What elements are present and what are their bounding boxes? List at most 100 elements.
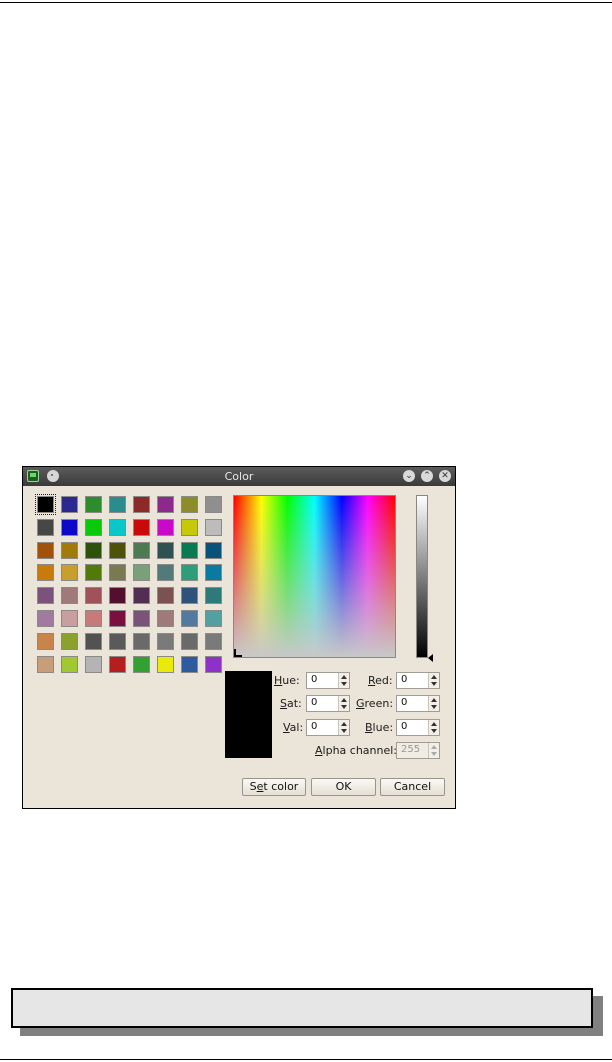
dialog-title: Color	[224, 470, 254, 483]
color-swatch[interactable]	[133, 656, 150, 673]
color-swatch[interactable]	[181, 564, 198, 581]
val-spin-arrows-icon[interactable]	[338, 720, 349, 735]
color-swatch[interactable]	[109, 633, 126, 650]
color-swatch[interactable]	[61, 496, 78, 513]
color-swatch[interactable]	[205, 519, 222, 536]
val-label: Val:	[283, 721, 304, 734]
color-swatch[interactable]	[37, 656, 54, 673]
color-swatch[interactable]	[157, 633, 174, 650]
color-preview	[225, 671, 272, 758]
color-swatch[interactable]	[85, 496, 102, 513]
color-swatch[interactable]	[61, 587, 78, 604]
title-bar[interactable]: Color ⌄ ⌃ ✕	[23, 467, 455, 486]
color-swatch[interactable]	[205, 496, 222, 513]
maximize-icon[interactable]: ⌃	[421, 470, 433, 482]
blue-spin-arrows-icon[interactable]	[428, 720, 439, 735]
color-swatch[interactable]	[37, 587, 54, 604]
color-swatch[interactable]	[85, 564, 102, 581]
color-swatch[interactable]	[109, 564, 126, 581]
color-swatch[interactable]	[205, 564, 222, 581]
color-swatch[interactable]	[85, 610, 102, 627]
color-swatch[interactable]	[133, 610, 150, 627]
color-swatch[interactable]	[181, 656, 198, 673]
color-swatch[interactable]	[37, 610, 54, 627]
blue-spinbox[interactable]: 0	[396, 719, 440, 736]
color-swatch[interactable]	[157, 564, 174, 581]
color-swatch[interactable]	[181, 587, 198, 604]
ok-button[interactable]: OK	[311, 778, 376, 796]
color-swatch[interactable]	[205, 542, 222, 559]
val-spinbox[interactable]: 0	[306, 719, 350, 736]
hue-saturation-spectrum[interactable]	[233, 495, 396, 658]
color-swatch[interactable]	[157, 587, 174, 604]
color-swatch[interactable]	[181, 633, 198, 650]
color-swatch[interactable]	[133, 587, 150, 604]
color-dialog: Color ⌄ ⌃ ✕ Hue: 0 Sat: 0 Val: 0 Red: 0 …	[22, 466, 456, 809]
color-swatch[interactable]	[37, 542, 54, 559]
color-swatch[interactable]	[181, 542, 198, 559]
alpha-channel-label: Alpha channel:	[315, 744, 398, 757]
color-swatch[interactable]	[205, 610, 222, 627]
value-slider-arrow-icon[interactable]	[428, 654, 433, 662]
sat-spinbox[interactable]: 0	[306, 695, 350, 712]
color-swatch[interactable]	[157, 656, 174, 673]
color-swatch[interactable]	[61, 519, 78, 536]
sat-label: Sat:	[280, 697, 302, 710]
color-swatch[interactable]	[181, 496, 198, 513]
color-swatch[interactable]	[85, 542, 102, 559]
color-swatch[interactable]	[181, 519, 198, 536]
color-swatch[interactable]	[35, 494, 56, 515]
hue-spinbox[interactable]: 0	[306, 672, 350, 689]
spectrum-cursor[interactable]	[234, 649, 242, 657]
color-swatch[interactable]	[85, 656, 102, 673]
minimize-icon[interactable]: ⌄	[403, 470, 415, 482]
sat-spin-arrows-icon[interactable]	[338, 696, 349, 711]
color-swatch[interactable]	[133, 496, 150, 513]
color-swatch[interactable]	[109, 610, 126, 627]
color-swatch[interactable]	[157, 496, 174, 513]
color-swatch[interactable]	[61, 633, 78, 650]
color-swatch[interactable]	[157, 542, 174, 559]
color-swatch[interactable]	[157, 610, 174, 627]
color-swatch[interactable]	[85, 587, 102, 604]
color-swatch[interactable]	[37, 519, 54, 536]
page-top-rule	[0, 2, 612, 3]
info-box	[11, 988, 593, 1028]
red-spinbox[interactable]: 0	[396, 672, 440, 689]
color-swatch[interactable]	[37, 633, 54, 650]
close-icon[interactable]: ✕	[439, 470, 451, 482]
value-slider[interactable]	[416, 495, 428, 658]
cancel-button[interactable]: Cancel	[380, 778, 445, 796]
color-swatch[interactable]	[133, 564, 150, 581]
color-swatch[interactable]	[205, 587, 222, 604]
color-swatch[interactable]	[85, 633, 102, 650]
color-swatch[interactable]	[109, 496, 126, 513]
color-swatch[interactable]	[61, 610, 78, 627]
color-swatch[interactable]	[133, 542, 150, 559]
color-swatch[interactable]	[85, 519, 102, 536]
color-swatch[interactable]	[61, 656, 78, 673]
color-swatch[interactable]	[181, 610, 198, 627]
color-swatch[interactable]	[109, 656, 126, 673]
green-spin-arrows-icon[interactable]	[428, 696, 439, 711]
color-swatch[interactable]	[37, 564, 54, 581]
color-swatch[interactable]	[205, 656, 222, 673]
set-color-button[interactable]: Set color	[242, 778, 306, 796]
color-swatch[interactable]	[133, 633, 150, 650]
dialog-client: Hue: 0 Sat: 0 Val: 0 Red: 0 Green: 0 Blu…	[23, 486, 455, 808]
page-bottom-rule	[0, 1059, 612, 1060]
color-swatch[interactable]	[109, 587, 126, 604]
color-swatch[interactable]	[61, 542, 78, 559]
color-swatch[interactable]	[109, 519, 126, 536]
color-swatch[interactable]	[157, 519, 174, 536]
color-swatch[interactable]	[205, 633, 222, 650]
color-swatch[interactable]	[61, 564, 78, 581]
color-swatch[interactable]	[109, 542, 126, 559]
alpha-channel-spinbox: 255	[396, 742, 440, 759]
green-spinbox[interactable]: 0	[396, 695, 440, 712]
green-label: Green:	[356, 697, 394, 710]
blue-label: Blue:	[365, 721, 394, 734]
red-spin-arrows-icon[interactable]	[428, 673, 439, 688]
color-swatch[interactable]	[133, 519, 150, 536]
hue-spin-arrows-icon[interactable]	[338, 673, 349, 688]
